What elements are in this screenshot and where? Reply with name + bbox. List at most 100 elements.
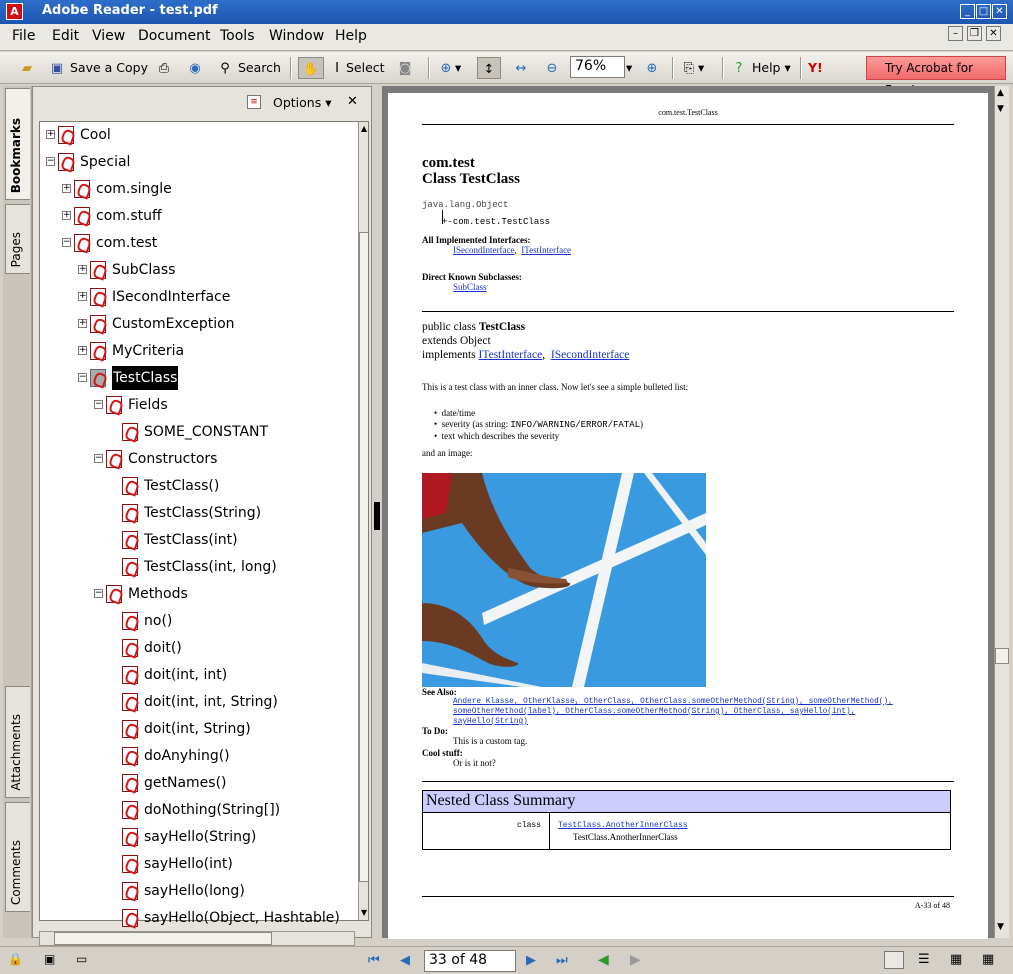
bookmark-label[interactable]: com.single xyxy=(96,177,172,201)
bookmark-label[interactable]: getNames() xyxy=(144,771,227,795)
bookmark-label[interactable]: doAnyhing() xyxy=(144,744,230,768)
bookmark-label[interactable]: Fields xyxy=(128,393,168,417)
see-also-links[interactable]: Andere Klasse, OtherKlasse, OtherClass, … xyxy=(453,697,893,727)
bookmark-label[interactable]: sayHello(long) xyxy=(144,879,245,903)
bookmark-label[interactable]: MyCriteria xyxy=(112,339,184,363)
tab-attachments[interactable]: Attachments xyxy=(5,686,30,798)
maximize-button[interactable]: □ xyxy=(976,4,991,19)
first-page-icon[interactable]: ⏮ xyxy=(368,953,380,968)
tab-comments[interactable]: Comments xyxy=(5,802,30,912)
bookmark-label[interactable]: sayHello(Object, Hashtable) xyxy=(144,906,340,930)
doc-restore-button[interactable]: ❐ xyxy=(967,26,982,41)
save-copy-button[interactable]: ▣ Save a Copy xyxy=(48,57,148,79)
bookmark-label[interactable]: TestClass(String) xyxy=(144,501,261,525)
doc-scroll-up-icon[interactable]: ▲ xyxy=(997,88,1004,98)
bookmark-label[interactable]: TestClass() xyxy=(144,474,219,498)
go-forward-icon[interactable]: ▶ xyxy=(630,952,641,968)
rotate-view-icon[interactable]: ⎘ ▾ xyxy=(680,57,704,79)
bookmark-label[interactable]: com.test xyxy=(96,231,157,255)
bookmark-label[interactable]: doit(int, int) xyxy=(144,663,227,687)
expand-icon[interactable]: + xyxy=(78,346,87,355)
scroll-down-icon[interactable]: ▼ xyxy=(361,908,367,917)
expand-icon[interactable]: + xyxy=(46,130,55,139)
zoom-dropdown-icon[interactable]: ▾ xyxy=(626,57,632,79)
menu-window[interactable]: Window xyxy=(269,28,324,44)
bookmark-label[interactable]: Methods xyxy=(128,582,188,606)
bookmark-label[interactable]: TestClass(int, long) xyxy=(144,555,277,579)
see-also-line[interactable]: someOtherMethod(label), OtherClass.someO… xyxy=(453,707,893,717)
nested-class-link[interactable]: TestClass.AnotherInnerClass xyxy=(558,821,688,830)
tab-pages[interactable]: Pages xyxy=(5,204,30,274)
doc-minimize-button[interactable]: – xyxy=(948,26,963,41)
panel-close-button[interactable]: ✕ xyxy=(347,94,358,109)
bookmark-label[interactable]: doit() xyxy=(144,636,182,660)
tab-bookmarks[interactable]: Bookmarks xyxy=(5,88,30,200)
bookmark-label[interactable]: doNothing(String[]) xyxy=(144,798,280,822)
interface-link[interactable]: ISecondInterface xyxy=(453,245,514,255)
yahoo-icon[interactable]: Y! xyxy=(808,57,823,79)
bookmark-label[interactable]: sayHello(String) xyxy=(144,825,256,849)
bookmark-label[interactable]: Special xyxy=(80,150,130,174)
search-button[interactable]: ⚲ Search xyxy=(216,57,281,79)
doc-prev-icon[interactable]: ▼ xyxy=(997,104,1004,114)
bookmark-label[interactable]: CustomException xyxy=(112,312,235,336)
close-button[interactable]: ✕ xyxy=(992,4,1007,19)
single-page-icon[interactable] xyxy=(884,951,904,969)
bookmark-label[interactable]: Cool xyxy=(80,123,111,147)
doc-scroll-thumb[interactable] xyxy=(995,648,1009,664)
snapshot-icon[interactable]: ◙ xyxy=(396,57,414,79)
print-icon[interactable]: ⎙ xyxy=(155,57,173,79)
continuous-icon[interactable]: ☰ xyxy=(918,952,930,967)
open-folder-icon[interactable]: ▰ xyxy=(18,57,36,79)
bookmark-label[interactable]: doit(int, int, String) xyxy=(144,690,278,714)
see-also-line[interactable]: Andere Klasse, OtherKlasse, OtherClass, … xyxy=(453,697,893,707)
menu-tools[interactable]: Tools xyxy=(220,28,255,44)
collapse-icon[interactable]: − xyxy=(94,400,103,409)
nested-class-link-text[interactable]: TestClass.AnotherInnerClass xyxy=(558,821,688,830)
menu-edit[interactable]: Edit xyxy=(52,28,79,44)
facing-icon[interactable]: ▦ xyxy=(950,952,962,967)
zoom-input[interactable]: 76% xyxy=(570,56,625,78)
tree-scroll-thumb[interactable] xyxy=(359,232,368,882)
expand-icon[interactable]: + xyxy=(78,292,87,301)
document-vertical-scrollbar[interactable]: ▲ ▼ ▼ xyxy=(994,86,1009,938)
tree-vertical-scrollbar[interactable]: ▲ ▼ xyxy=(358,122,368,920)
collapse-icon[interactable]: − xyxy=(94,589,103,598)
expand-icon[interactable]: + xyxy=(78,265,87,274)
save-status-icon[interactable]: ▣ xyxy=(44,952,55,966)
page-number-input[interactable]: 33 of 48 xyxy=(424,950,516,972)
bookmark-label[interactable]: TestClass xyxy=(112,366,179,390)
panel-splitter[interactable] xyxy=(372,86,382,938)
email-icon[interactable]: ◉ xyxy=(186,57,204,79)
zoom-in-icon[interactable]: ⊕ xyxy=(643,57,661,79)
fit-width-icon[interactable]: ↔ xyxy=(512,57,530,79)
bookmark-label[interactable]: doit(int, String) xyxy=(144,717,251,741)
see-also-line[interactable]: sayHello(String) xyxy=(453,717,893,727)
interface-link[interactable]: ITestInterface xyxy=(521,245,571,255)
collapse-icon[interactable]: − xyxy=(46,157,55,166)
bookmark-label[interactable]: ISecondInterface xyxy=(112,285,230,309)
menu-file[interactable]: File xyxy=(12,28,35,44)
previous-page-icon[interactable]: ◀ xyxy=(400,953,410,968)
subclass-link[interactable]: SubClass xyxy=(453,282,487,292)
minimize-button[interactable]: _ xyxy=(960,4,975,19)
bookmark-label[interactable]: TestClass(int) xyxy=(144,528,238,552)
subclass-link-text[interactable]: SubClass xyxy=(453,282,487,292)
interface-link[interactable]: ISecondInterface xyxy=(551,349,630,361)
expand-icon[interactable]: + xyxy=(62,184,71,193)
bookmark-label[interactable]: com.stuff xyxy=(96,204,162,228)
lock-icon[interactable]: 🔒 xyxy=(8,952,23,966)
actual-size-icon[interactable]: ↕ xyxy=(477,57,501,79)
options-menu[interactable]: Options ▾ xyxy=(273,95,331,110)
continuous-facing-icon[interactable]: ▦ xyxy=(982,952,994,967)
select-button[interactable]: I Select xyxy=(328,57,384,79)
expand-icon[interactable]: + xyxy=(78,319,87,328)
zoom-in-tool-icon[interactable]: ⊕ ▾ xyxy=(437,57,462,79)
bookmark-label[interactable]: sayHello(int) xyxy=(144,852,233,876)
help-button[interactable]: ? Help ▾ xyxy=(730,57,791,79)
menu-view[interactable]: View xyxy=(92,28,125,44)
go-back-icon[interactable]: ◀ xyxy=(598,952,609,968)
menu-help[interactable]: Help xyxy=(335,28,367,44)
tree-hscroll-thumb[interactable] xyxy=(54,932,272,945)
zoom-out-icon[interactable]: ⊖ xyxy=(543,57,561,79)
